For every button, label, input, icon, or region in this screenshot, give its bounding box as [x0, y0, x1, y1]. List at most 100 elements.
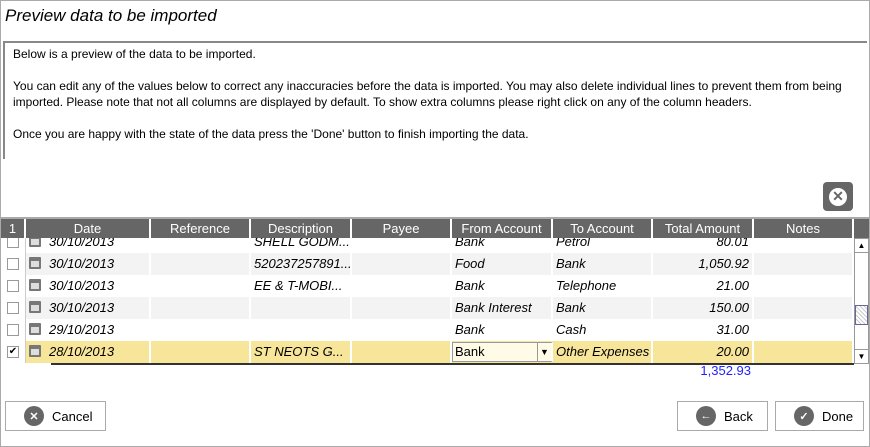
notes-cell[interactable] — [754, 238, 854, 253]
table-row[interactable]: 30/10/2013 Bank Interest Bank 150.00 — [1, 297, 854, 319]
column-header-date[interactable]: Date — [26, 219, 151, 238]
cancel-icon: ✕ — [24, 406, 44, 426]
scroll-up-icon[interactable]: ▲ — [855, 239, 868, 253]
arrow-left-icon: ← — [696, 406, 716, 426]
from-account-cell[interactable]: Bank — [452, 238, 553, 253]
notes-cell[interactable] — [754, 297, 854, 319]
description-cell[interactable]: ST NEOTS G... — [251, 341, 352, 363]
reference-cell[interactable] — [151, 253, 251, 275]
row-checkbox[interactable] — [7, 280, 19, 292]
table-row[interactable]: 30/10/2013 520237257891... Food Bank 1,0… — [1, 253, 854, 275]
date-cell[interactable]: 30/10/2013 — [26, 275, 151, 297]
payee-cell[interactable] — [352, 275, 452, 297]
from-account-cell[interactable]: Food — [452, 253, 553, 275]
to-account-cell[interactable]: Cash — [553, 319, 653, 341]
date-cell[interactable]: 29/10/2013 — [26, 319, 151, 341]
column-header-to-account[interactable]: To Account — [553, 219, 653, 238]
column-header-payee[interactable]: Payee — [352, 219, 452, 238]
from-account-cell[interactable]: Bank Interest — [452, 297, 553, 319]
column-header-select[interactable]: 1 — [1, 219, 26, 238]
column-header-from-account[interactable]: From Account — [452, 219, 553, 238]
notes-cell[interactable] — [754, 341, 854, 363]
payee-cell[interactable] — [352, 297, 452, 319]
cancel-button[interactable]: ✕ Cancel — [5, 401, 106, 431]
calendar-icon[interactable] — [29, 257, 41, 269]
column-header-description[interactable]: Description — [251, 219, 352, 238]
description-cell[interactable]: SHELL GODM... — [251, 238, 352, 253]
notes-cell[interactable] — [754, 253, 854, 275]
to-account-cell[interactable]: Telephone — [553, 275, 653, 297]
amount-cell[interactable]: 150.00 — [653, 297, 754, 319]
row-checkbox[interactable] — [7, 258, 19, 270]
description-cell[interactable] — [251, 319, 352, 341]
notes-cell[interactable] — [754, 275, 854, 297]
row-checkbox[interactable]: ✔ — [7, 346, 19, 358]
reference-cell[interactable] — [151, 319, 251, 341]
description-cell[interactable]: EE & T-MOBI... — [251, 275, 352, 297]
done-button[interactable]: ✓ Done — [775, 401, 864, 431]
date-cell[interactable]: 30/10/2013 — [26, 238, 151, 253]
instructions: Below is a preview of the data to be imp… — [3, 41, 867, 159]
chevron-down-icon[interactable]: ▼ — [537, 343, 551, 361]
amount-cell[interactable]: 80.01 — [653, 238, 754, 253]
calendar-icon[interactable] — [29, 345, 41, 357]
description-cell[interactable]: 520237257891... — [251, 253, 352, 275]
grid-header: 1 Date Reference Description Payee From … — [1, 217, 869, 238]
to-account-cell[interactable]: Bank — [553, 253, 653, 275]
date-value: 30/10/2013 — [49, 300, 115, 315]
table-row[interactable]: 29/10/2013 Bank Cash 31.00 — [1, 319, 854, 341]
date-cell[interactable]: 28/10/2013 — [26, 341, 151, 363]
close-icon: ✕ — [829, 187, 847, 206]
calendar-icon[interactable] — [29, 301, 41, 313]
row-checkbox[interactable] — [7, 238, 19, 248]
table-row[interactable]: 30/10/2013 EE & T-MOBI... Bank Telephone… — [1, 275, 854, 297]
payee-cell[interactable] — [352, 253, 452, 275]
reference-cell[interactable] — [151, 275, 251, 297]
payee-cell[interactable] — [352, 341, 452, 363]
table-row[interactable]: 30/10/2013 SHELL GODM... Bank Petrol 80.… — [1, 238, 854, 253]
amount-cell[interactable]: 21.00 — [653, 275, 754, 297]
calendar-icon[interactable] — [29, 238, 41, 247]
date-value: 29/10/2013 — [49, 322, 115, 337]
row-checkbox[interactable] — [7, 302, 19, 314]
to-account-cell[interactable]: Bank — [553, 297, 653, 319]
amount-cell[interactable]: 1,050.92 — [653, 253, 754, 275]
back-button[interactable]: ← Back — [677, 401, 768, 431]
from-account-value[interactable]: Bank — [453, 343, 537, 361]
instruction-text: Once you are happy with the state of the… — [13, 127, 529, 141]
to-account-cell[interactable]: Petrol — [553, 238, 653, 253]
amount-cell[interactable]: 20.00 — [653, 341, 754, 363]
from-account-select[interactable]: Bank ▼ — [452, 342, 553, 362]
calendar-icon[interactable] — [29, 323, 41, 335]
table-row[interactable]: ✔ 28/10/2013 ST NEOTS G... Bank ▼ Other E… — [1, 341, 854, 363]
date-cell[interactable]: 30/10/2013 — [26, 297, 151, 319]
column-header-notes[interactable]: Notes — [754, 219, 854, 238]
reference-cell[interactable] — [151, 297, 251, 319]
check-icon: ✓ — [794, 406, 814, 426]
description-cell[interactable] — [251, 297, 352, 319]
date-value: 30/10/2013 — [49, 278, 115, 293]
to-account-cell[interactable]: Other Expenses — [553, 341, 653, 363]
scroll-down-icon[interactable]: ▼ — [855, 349, 868, 363]
from-account-cell[interactable]: Bank — [452, 319, 553, 341]
reference-cell[interactable] — [151, 341, 251, 363]
payee-cell[interactable] — [352, 238, 452, 253]
calendar-icon[interactable] — [29, 279, 41, 291]
from-account-cell[interactable]: Bank — [452, 275, 553, 297]
cancel-label: Cancel — [52, 408, 93, 424]
done-label: Done — [822, 408, 854, 424]
vertical-scrollbar[interactable]: ▲ ▼ — [854, 238, 869, 364]
amount-cell[interactable]: 31.00 — [653, 319, 754, 341]
date-cell[interactable]: 30/10/2013 — [26, 253, 151, 275]
scroll-thumb[interactable] — [855, 305, 868, 325]
delete-rows-button[interactable]: ✕ — [823, 182, 853, 211]
payee-cell[interactable] — [352, 319, 452, 341]
reference-cell[interactable] — [151, 238, 251, 253]
instruction-text: Below is a preview of the data to be imp… — [13, 47, 256, 61]
row-checkbox[interactable] — [7, 324, 19, 336]
date-value: 30/10/2013 — [49, 238, 115, 249]
column-header-total-amount[interactable]: Total Amount — [653, 219, 754, 238]
notes-cell[interactable] — [754, 319, 854, 341]
instruction-text: You can edit any of the values below to … — [13, 79, 842, 109]
column-header-reference[interactable]: Reference — [151, 219, 251, 238]
